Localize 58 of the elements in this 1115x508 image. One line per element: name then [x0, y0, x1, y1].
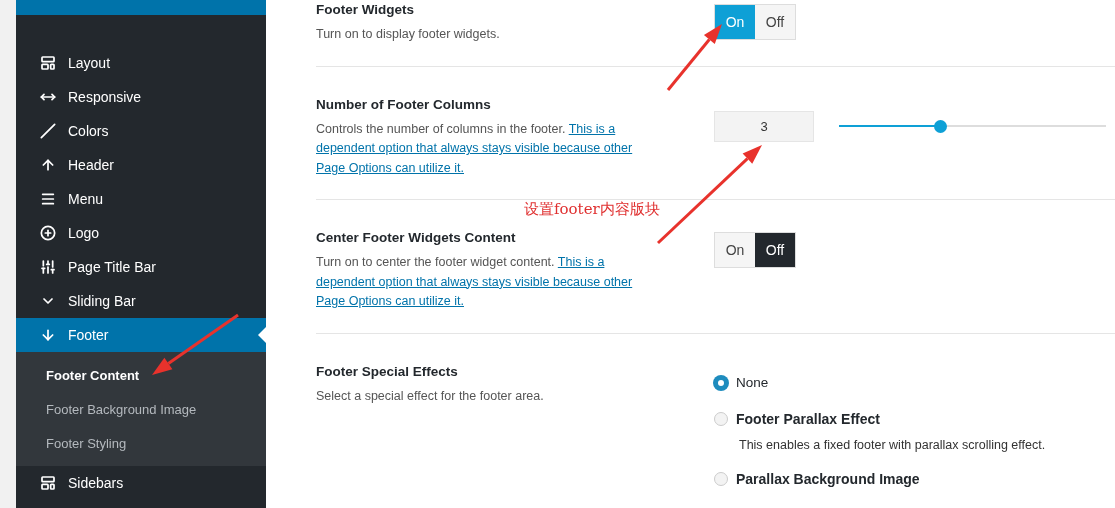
brush-icon	[40, 123, 56, 139]
dependent-option-link[interactable]: dependent option that always stays visible because other	[316, 274, 633, 289]
dependent-option-link[interactable]: dependent option that always stays visible because other	[316, 141, 633, 155]
radio-label[interactable]: Parallax Background Image	[736, 470, 920, 487]
setting-title: Center Footer Widgets Content	[316, 230, 517, 245]
sidebar-item-label: Menu	[68, 191, 104, 207]
setting-title: Footer Widgets	[316, 2, 416, 17]
sidebar-item[interactable]: Sliding Bar	[16, 284, 266, 318]
sidebar-item[interactable]: Page Title Bar	[16, 250, 266, 284]
annotation-text: 设置footer内容版块	[524, 200, 660, 219]
toggle-option[interactable]: Off	[755, 5, 795, 39]
sidebar-item[interactable]: Colors	[16, 114, 266, 148]
radio-button[interactable]	[714, 375, 728, 390]
sidebar-item[interactable]: Layout	[16, 46, 266, 80]
dependent-option-link[interactable]: This is a	[568, 121, 616, 136]
radio-button[interactable]	[714, 411, 728, 426]
plus-circle-icon	[40, 225, 56, 241]
sidebar-item[interactable]: Sidebars	[16, 466, 266, 500]
layout-icon	[40, 55, 56, 71]
sidebar-item[interactable]: Header	[16, 148, 266, 182]
submenu-item[interactable]: Footer Styling	[16, 426, 266, 460]
sidebar-item-label: Sliding Bar	[68, 293, 136, 309]
toggle-option[interactable]: Off	[755, 233, 795, 267]
setting-description: Turn on to display footer widgets.	[316, 26, 501, 43]
option-description: This enables a fixed footer with parallax scrolling effect.	[739, 437, 1046, 452]
arrow-down-icon	[40, 327, 56, 343]
layout-icon	[40, 475, 56, 491]
submenu-item[interactable]: Footer Background Image	[16, 392, 266, 426]
sidebar-item-label: Colors	[68, 123, 109, 139]
setting-title: Footer Special Effects	[316, 363, 459, 379]
sidebar-item-label: Page Title Bar	[68, 259, 156, 275]
toggle-option[interactable]: On	[715, 233, 755, 267]
setting-description: Turn on to center the footer widget content. This is a dependent option that always stays visible because other Page Options can utilize it.	[316, 254, 634, 310]
dependent-option-link[interactable]: Page Options can utilize it.	[316, 294, 464, 308]
sliders-icon	[40, 259, 56, 275]
setting-title: Number of Footer Columns	[316, 96, 492, 112]
sidebar-item[interactable]: Logo	[16, 216, 266, 250]
sidebar-item-label: Sidebars	[68, 475, 124, 491]
columns-input[interactable]: 3	[714, 110, 814, 142]
submenu-item[interactable]: Footer Content	[16, 358, 266, 392]
dependent-option-link[interactable]: This is a	[557, 255, 605, 269]
sidebar-item-label: Responsive	[68, 89, 142, 105]
dependent-option-link[interactable]: Page Options can utilize it.	[316, 160, 464, 175]
radio-button[interactable]	[714, 471, 728, 486]
sidebar-item-label: Header	[68, 157, 114, 173]
slider-thumb[interactable]	[934, 119, 948, 133]
setting-description: Select a special effect for the footer area.	[316, 387, 545, 405]
sidebar-item-label: Logo	[68, 225, 100, 241]
radio-label[interactable]: Footer Parallax Effect	[736, 410, 880, 427]
sidebar-item-label: Layout	[68, 55, 111, 71]
menu-icon	[40, 191, 56, 207]
setting-description: Controls the number of columns in the footer. This is a dependent option that always stays visible because other Page Options can utilize it.	[316, 120, 634, 177]
sidebar-item[interactable]: Footer	[16, 318, 266, 352]
sidebar-item[interactable]: Responsive	[16, 80, 266, 114]
sidebar-item-label: Footer	[68, 327, 109, 343]
radio-label[interactable]: None	[736, 375, 769, 390]
sidebar-item[interactable]: Menu	[16, 182, 266, 216]
arrow-annotation	[666, 24, 722, 91]
